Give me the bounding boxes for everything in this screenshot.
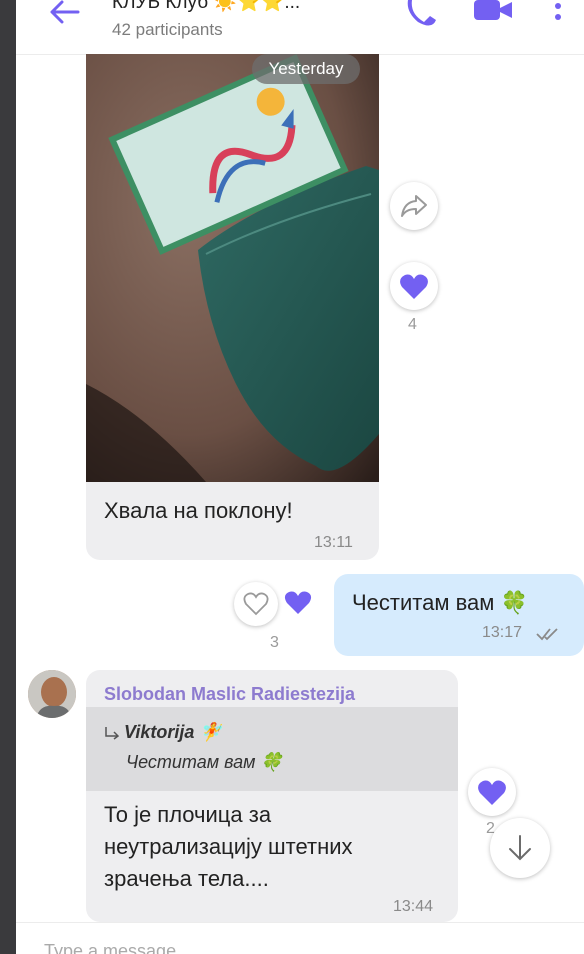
scroll-to-bottom-button[interactable] bbox=[490, 818, 550, 878]
participants-count[interactable]: 42 participants bbox=[112, 20, 223, 40]
reaction-count: 3 bbox=[270, 634, 279, 651]
message-composer[interactable]: Type a message... bbox=[16, 922, 584, 954]
video-call-icon[interactable] bbox=[474, 0, 514, 24]
message-time: 13:17 bbox=[482, 624, 523, 641]
heart-outline-icon bbox=[243, 592, 269, 616]
avatar[interactable] bbox=[28, 670, 76, 718]
message-photo[interactable] bbox=[86, 54, 379, 482]
message-text-line: неутрализацију штетних bbox=[104, 834, 353, 859]
quoted-author: Viktorija 🧚 bbox=[124, 722, 222, 742]
quoted-text: Честитам вам 🍀 bbox=[126, 752, 283, 772]
message-time: 13:44 bbox=[393, 898, 434, 915]
reaction-count: 4 bbox=[408, 316, 417, 333]
message-text-line: То је плочица за bbox=[104, 802, 272, 827]
reply-arrow-icon bbox=[105, 727, 120, 740]
forward-button[interactable] bbox=[390, 182, 438, 230]
like-reaction-button[interactable] bbox=[390, 262, 438, 310]
chat-header: КЛУБ Клуб ☀️⭐⭐... 42 participants bbox=[16, 0, 584, 55]
outgoing-message-text: Честитам вам 🍀 bbox=[352, 590, 528, 615]
photo-caption: Хвала на поклону! bbox=[104, 498, 293, 523]
back-arrow-icon[interactable] bbox=[44, 0, 84, 30]
forward-icon bbox=[401, 195, 427, 217]
read-receipt-icon bbox=[536, 628, 558, 641]
arrow-down-icon bbox=[509, 835, 531, 861]
quoted-message[interactable] bbox=[86, 707, 458, 791]
message-text-line: зрачења тела.... bbox=[104, 866, 269, 891]
date-separator: Yesterday bbox=[252, 54, 360, 84]
heart-filled-icon bbox=[400, 274, 428, 299]
chat-title[interactable]: КЛУБ Клуб ☀️⭐⭐... bbox=[112, 0, 300, 14]
chat-screen: КЛУБ Клуб ☀️⭐⭐... 42 participants Yester… bbox=[16, 0, 584, 954]
message-time: 13:11 bbox=[314, 534, 353, 551]
message-input[interactable]: Type a message... bbox=[44, 941, 191, 954]
user-photo bbox=[28, 670, 76, 718]
like-reaction-button[interactable] bbox=[234, 582, 278, 626]
more-options-icon[interactable] bbox=[552, 0, 564, 26]
heart-filled-icon bbox=[478, 780, 506, 805]
phone-icon[interactable] bbox=[406, 0, 440, 26]
heart-filled-icon[interactable] bbox=[284, 590, 312, 616]
like-reaction-button[interactable] bbox=[468, 768, 516, 816]
sender-name[interactable]: Slobodan Maslic Radiestezija bbox=[104, 684, 355, 705]
